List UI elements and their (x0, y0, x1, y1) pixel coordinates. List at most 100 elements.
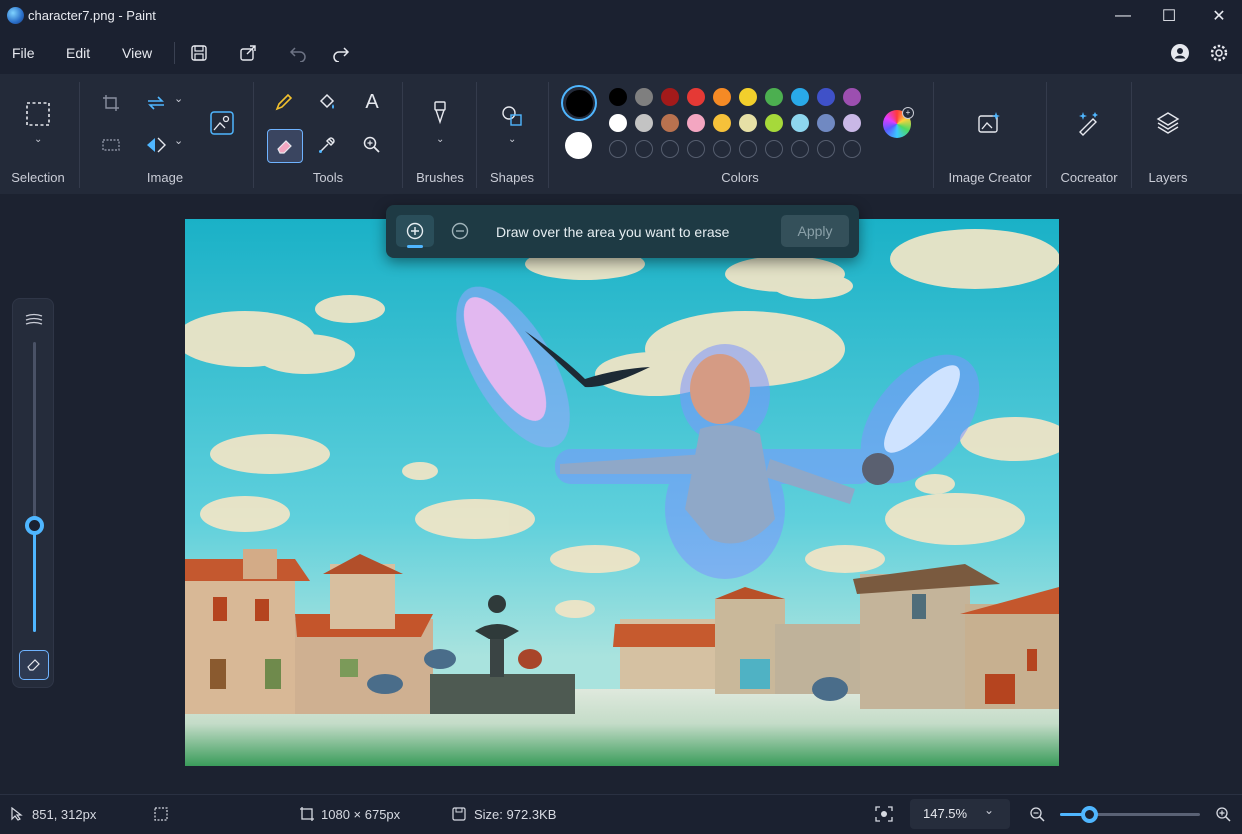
remove-background-icon[interactable] (206, 107, 238, 139)
custom-color-slot[interactable] (739, 140, 757, 158)
brush-size-thumb[interactable] (25, 515, 44, 535)
palette-color-swatch[interactable] (843, 88, 861, 106)
share-icon[interactable] (236, 41, 260, 65)
custom-color-slot[interactable] (843, 140, 861, 158)
palette-color-swatch[interactable] (661, 88, 679, 106)
text-tool-icon[interactable]: A (356, 86, 388, 118)
zoom-dropdown[interactable]: 147.5% ⌄ (910, 799, 1010, 829)
zoom-slider-thumb[interactable] (1081, 806, 1099, 823)
palette-color-swatch[interactable] (635, 114, 653, 132)
brush-size-fill (33, 524, 36, 632)
custom-color-slot[interactable] (661, 140, 679, 158)
color-picker-icon[interactable] (311, 129, 343, 161)
maximize-button[interactable]: ☐ (1146, 0, 1192, 32)
resize-icon[interactable] (95, 129, 127, 161)
custom-color-slot[interactable] (791, 140, 809, 158)
selection-size-icon (152, 805, 170, 823)
custom-color-slot[interactable] (635, 140, 653, 158)
zoom-out-icon[interactable] (1028, 805, 1046, 823)
window-title: character7.png - Paint (28, 8, 156, 23)
brush-size-panel (12, 298, 54, 688)
shapes-chevron-down-icon[interactable]: ⌄ (508, 134, 516, 145)
zoom-level: 147.5% (923, 806, 968, 821)
rotate-chevron-down-icon[interactable]: ⌄ (174, 92, 183, 105)
menu-edit[interactable]: Edit (66, 45, 90, 61)
account-icon[interactable] (1168, 41, 1192, 65)
rectangle-selection-icon[interactable] (22, 98, 54, 130)
group-label-image-creator: Image Creator (948, 170, 1032, 185)
zoom-in-icon[interactable] (1214, 805, 1232, 823)
custom-color-slot[interactable] (713, 140, 731, 158)
palette-color-swatch[interactable] (817, 88, 835, 106)
pencil-icon[interactable] (268, 86, 300, 118)
close-button[interactable]: ✕ (1196, 0, 1242, 32)
magnifier-icon[interactable] (356, 129, 388, 161)
brush-icon[interactable] (424, 98, 456, 130)
secondary-color-button[interactable] (565, 132, 592, 159)
canvas-size-icon (298, 805, 316, 823)
layers-icon[interactable] (1152, 107, 1184, 139)
flip-chevron-down-icon[interactable]: ⌄ (174, 134, 183, 147)
palette-color-swatch[interactable] (791, 114, 809, 132)
subtract-erase-area-button[interactable] (441, 215, 479, 247)
custom-color-slot[interactable] (765, 140, 783, 158)
title-bar: character7.png - Paint — ☐ ✕ (0, 0, 1242, 32)
group-label-shapes: Shapes (489, 170, 535, 185)
palette-color-swatch[interactable] (713, 88, 731, 106)
ribbon-divider (933, 82, 934, 188)
apply-button[interactable]: Apply (781, 215, 849, 247)
eraser-icon[interactable] (267, 129, 303, 163)
erase-toolbar: Draw over the area you want to erase App… (386, 205, 859, 258)
brushes-chevron-down-icon[interactable]: ⌄ (436, 134, 444, 145)
save-icon[interactable] (187, 41, 211, 65)
file-size-icon (450, 805, 468, 823)
minimize-button[interactable]: — (1100, 0, 1146, 32)
zoom-chevron-down-icon: ⌄ (984, 803, 995, 817)
crop-icon[interactable] (95, 87, 127, 119)
palette-color-swatch[interactable] (739, 88, 757, 106)
fit-to-window-icon[interactable] (875, 805, 893, 823)
palette-color-swatch[interactable] (765, 114, 783, 132)
custom-color-slot[interactable] (609, 140, 627, 158)
palette-color-swatch[interactable] (739, 114, 757, 132)
ribbon-divider (1131, 82, 1132, 188)
menu-view[interactable]: View (122, 45, 152, 61)
group-label-cocreator: Cocreator (1060, 170, 1118, 185)
group-label-selection: Selection (11, 170, 65, 185)
palette-color-swatch[interactable] (687, 88, 705, 106)
palette-color-swatch[interactable] (609, 114, 627, 132)
palette-color-swatch[interactable] (687, 114, 705, 132)
palette-color-swatch[interactable] (817, 114, 835, 132)
menu-file[interactable]: File (12, 45, 35, 61)
ribbon-divider (1046, 82, 1047, 188)
canvas-image[interactable] (185, 219, 1059, 766)
cocreator-icon[interactable] (1072, 107, 1104, 139)
palette-color-swatch[interactable] (791, 88, 809, 106)
add-erase-area-button[interactable] (396, 215, 434, 248)
palette-color-swatch[interactable] (843, 114, 861, 132)
settings-gear-icon[interactable] (1207, 41, 1231, 65)
edit-colors-icon[interactable]: + (883, 107, 914, 138)
canvas-size: 1080 × 675px (321, 807, 401, 822)
image-creator-icon[interactable] (973, 107, 1005, 139)
palette-color-swatch[interactable] (765, 88, 783, 106)
eraser-mode-icon[interactable] (19, 650, 49, 680)
redo-icon[interactable] (329, 41, 353, 65)
cursor-position: 851, 312px (32, 807, 97, 822)
palette-color-swatch[interactable] (713, 114, 731, 132)
selection-chevron-down-icon[interactable]: ⌄ (34, 134, 42, 145)
palette-color-swatch[interactable] (609, 88, 627, 106)
palette-color-swatch[interactable] (661, 114, 679, 132)
undo-icon[interactable] (286, 41, 310, 65)
group-label-tools: Tools (312, 170, 344, 185)
custom-color-slot[interactable] (817, 140, 835, 158)
flip-icon[interactable] (140, 129, 172, 161)
palette-color-swatch[interactable] (635, 88, 653, 106)
fill-bucket-icon[interactable] (311, 86, 343, 118)
group-label-colors: Colors (721, 170, 759, 185)
shapes-icon[interactable] (496, 100, 528, 132)
primary-color-button[interactable] (561, 85, 597, 121)
rotate-icon[interactable] (140, 87, 172, 119)
custom-color-slot[interactable] (687, 140, 705, 158)
primary-color-swatch (565, 89, 593, 117)
